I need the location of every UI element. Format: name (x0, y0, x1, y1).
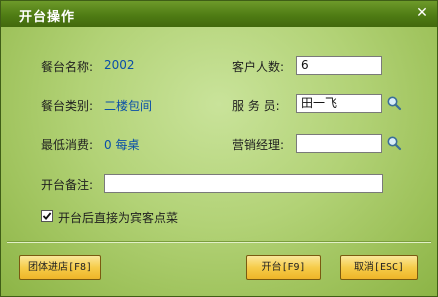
group-checkin-button[interactable]: 团体进店[F8] (19, 255, 101, 280)
order-dishes-label: 开台后直接为宾客点菜 (58, 211, 179, 225)
guests-input[interactable]: 6 (296, 56, 382, 75)
separator (7, 241, 431, 243)
table-type-value: 二楼包间 (104, 99, 153, 113)
open-table-dialog: 开台操作 ✕ 餐台名称: 2002 餐台类别: 二楼包间 最低消费: 0 每桌 … (0, 0, 438, 297)
sales-manager-label: 营销经理: (232, 138, 285, 152)
remark-label: 开台备注: (41, 178, 94, 192)
min-spend-label: 最低消费: (41, 138, 94, 152)
close-icon[interactable]: ✕ (413, 4, 431, 22)
order-dishes-checkbox[interactable] (41, 210, 53, 222)
table-type-label: 餐台类别: (41, 99, 94, 113)
table-name-label: 餐台名称: (41, 60, 94, 74)
sales-manager-search-icon[interactable] (386, 135, 402, 151)
guests-label: 客户人数: (232, 60, 285, 74)
check-icon (42, 212, 52, 220)
waiter-label: 服 务 员: (232, 99, 280, 113)
waiter-input[interactable]: 田一飞 (296, 94, 382, 113)
remark-input[interactable] (104, 174, 383, 193)
title-bar: 开台操作 ✕ (1, 1, 437, 27)
cancel-button[interactable]: 取消[ESC] (340, 255, 418, 280)
sales-manager-input[interactable] (296, 134, 382, 153)
dialog-title: 开台操作 (19, 10, 76, 25)
min-spend-value: 0 每桌 (104, 138, 140, 152)
open-table-button[interactable]: 开台[F9] (246, 255, 321, 280)
waiter-search-icon[interactable] (386, 95, 402, 111)
table-name-value: 2002 (104, 58, 135, 72)
